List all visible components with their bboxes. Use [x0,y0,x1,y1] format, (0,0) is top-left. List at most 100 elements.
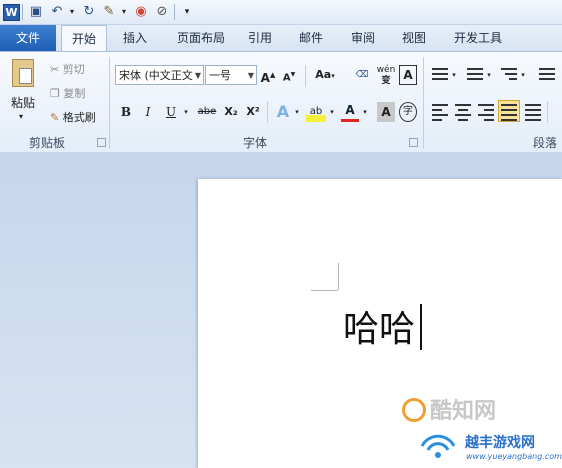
superscript-button[interactable]: X² [244,102,262,122]
tab-references[interactable]: 引用 [242,25,278,51]
tab-view[interactable]: 视图 [394,25,434,51]
paste-dropdown-icon[interactable]: ▾ [19,112,23,121]
underline-dropdown-icon[interactable]: ▾ [181,102,191,122]
tab-mailings[interactable]: 邮件 [291,25,331,51]
distributed-button[interactable] [523,101,543,121]
text-effects-icon: A [276,102,290,121]
tab-developer[interactable]: 开发工具 [447,25,509,51]
highlight-dropdown-icon[interactable]: ▾ [327,102,337,122]
font-group-label: 字体 [242,136,267,150]
justify-button[interactable] [498,100,520,122]
change-case-icon: Aa [315,68,332,81]
highlight-button[interactable]: ab [306,102,326,122]
char-shading-icon: A [381,105,391,119]
font-name-select[interactable]: 宋体 (中文正文 ▼ [115,65,204,85]
copy-button[interactable]: ❐ 复制 [50,85,85,101]
bold-button[interactable]: B [117,102,135,122]
clear-icon[interactable]: ⊘ [153,3,171,21]
text-cursor [420,304,422,350]
copy-icon: ❐ [50,87,60,100]
char-border-button[interactable]: A [399,65,417,85]
multilevel-list-button[interactable] [499,65,519,85]
divider [547,101,548,123]
multilevel-dropdown-icon[interactable]: ▾ [518,65,528,85]
clear-format-button[interactable]: ⌫ [352,65,372,85]
tab-review[interactable]: 审阅 [343,25,383,51]
text-effects-dropdown-icon[interactable]: ▾ [292,102,302,122]
font-color-icon: A [345,103,355,117]
font-launcher-icon[interactable] [409,138,418,147]
paragraph-group-label: 段落 [532,136,557,150]
align-center-button[interactable] [453,101,473,121]
ribbon-home: 粘贴 ▾ ✂ 剪切 ❐ 复制 ✎ 格式刷 剪贴板 宋体 (中文正文 ▼ 一号 ▼… [0,51,562,153]
divider [109,57,110,149]
tab-insert[interactable]: 插入 [113,25,157,51]
clipboard-icon [12,59,34,87]
bullets-button[interactable] [430,65,450,85]
shrink-font-button[interactable]: A▼ [281,65,297,85]
divider [423,57,424,149]
align-left-button[interactable] [430,101,450,121]
italic-button[interactable]: I [139,102,157,122]
highlighter-icon: ab [309,106,323,117]
font-name-value: 宋体 (中文正文 [119,69,193,82]
numbering-dropdown-icon[interactable]: ▾ [484,65,494,85]
underline-button[interactable]: U [162,102,180,122]
paste-label[interactable]: 粘贴 [11,94,35,111]
ribbon-tabs: 文件 开始 插入 页面布局 引用 邮件 审阅 视图 开发工具 [0,25,562,51]
word-app-icon[interactable]: W [3,4,20,21]
chevron-down-icon: ▼ [247,71,254,80]
char-border-icon: A [403,68,413,82]
enclose-char-icon: 字 [403,106,413,117]
clipboard-launcher-icon[interactable] [97,138,106,147]
scissors-icon: ✂ [50,63,60,76]
wifi-logo-icon [420,434,456,458]
watermark-logo-icon [402,398,426,422]
enclose-char-button[interactable]: 字 [399,102,417,122]
subscript-button[interactable]: X₂ [222,102,240,122]
customize-icon[interactable]: ▾ [178,3,196,21]
document-text[interactable]: 哈哈 [343,307,415,353]
phonetic-guide-icon: wén [376,65,396,75]
divider [305,65,306,87]
char-shading-button[interactable]: A [377,102,395,122]
font-color-dropdown-icon[interactable]: ▾ [360,102,370,122]
undo-dropdown-icon[interactable]: ▾ [63,3,81,21]
grow-font-icon: A [260,71,270,85]
font-size-select[interactable]: 一号 ▼ [205,65,257,85]
tab-page-layout[interactable]: 页面布局 [165,25,237,51]
grow-font-button[interactable]: A▲ [260,65,276,85]
margin-marker [311,290,338,291]
chevron-down-icon: ▼ [194,71,201,80]
font-color-button[interactable]: A [341,102,359,122]
divider [267,101,268,123]
shrink-font-icon: A [282,72,291,84]
clipboard-group-label: 剪贴板 [28,136,65,150]
bullets-dropdown-icon[interactable]: ▾ [449,65,459,85]
numbering-button[interactable] [465,65,485,85]
font-size-value: 一号 [209,69,231,82]
format-painter-dropdown-icon[interactable]: ▾ [115,3,133,21]
margin-marker [338,263,339,290]
color-wheel-icon[interactable]: ◉ [132,3,150,21]
change-case-button[interactable]: Aa▾ [312,65,338,85]
phonetic-guide-button[interactable]: wén 变 [375,65,397,86]
brush-icon: ✎ [50,111,60,124]
strikethrough-button[interactable]: abe [196,102,218,122]
format-painter-label: 格式刷 [62,111,96,124]
watermark-site-name: 越丰游戏网 [465,435,535,451]
quick-access-toolbar: W ▣ ↶ ▾ ↻ ✎ ▾ ◉ ⊘ ▾ [0,0,562,25]
tab-home[interactable]: 开始 [61,25,107,51]
save-icon[interactable]: ▣ [27,3,45,21]
tab-file[interactable]: 文件 [0,25,56,51]
watermark-url: www.yueyangbang.com [466,452,562,461]
redo-icon[interactable]: ↻ [80,3,98,21]
align-right-button[interactable] [476,101,496,121]
decrease-indent-button[interactable] [537,65,557,85]
divider [22,4,23,20]
cut-button[interactable]: ✂ 剪切 [50,61,85,77]
format-painter-button[interactable]: ✎ 格式刷 [50,109,96,125]
text-effects-button[interactable]: A [274,102,292,122]
clear-format-icon: ⌫ [355,70,369,80]
paste-button[interactable] [8,57,40,97]
